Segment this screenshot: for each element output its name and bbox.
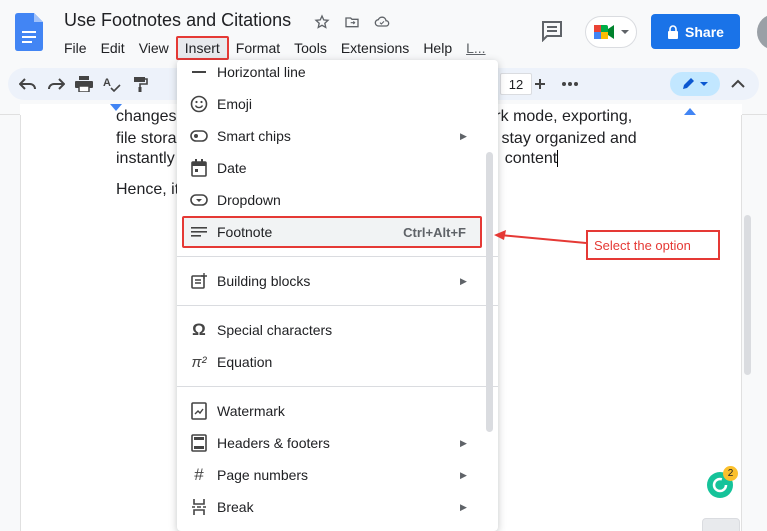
annotation-callout: Select the option — [586, 230, 720, 260]
emoji-icon — [189, 94, 209, 114]
hash-icon: # — [194, 465, 204, 484]
paint-format-icon[interactable] — [130, 74, 150, 94]
menu-item-emoji[interactable]: Emoji — [177, 88, 498, 120]
submenu-arrow-icon: ▶ — [460, 437, 467, 448]
dropdown-icon — [189, 190, 209, 210]
doc-text: Hence, it — [116, 181, 180, 198]
pencil-icon — [683, 78, 694, 89]
menu-item-page-numbers[interactable]: # Page numbers ▶ — [177, 459, 498, 491]
menu-item-building-blocks[interactable]: Building blocks ▶ — [177, 265, 498, 297]
menu-edit[interactable]: Edit — [94, 36, 132, 60]
menu-item-break[interactable]: Break ▶ — [177, 491, 498, 523]
chevron-down-icon — [700, 82, 708, 86]
star-icon[interactable] — [312, 12, 332, 32]
chevron-down-icon — [621, 30, 629, 34]
document-scrollbar[interactable] — [744, 215, 751, 375]
submenu-arrow-icon: ▶ — [460, 130, 467, 141]
app-window: Use Footnotes and Citations File Edit Vi… — [0, 0, 767, 531]
smart-chips-icon — [189, 126, 209, 146]
doc-text: instantly — [116, 150, 175, 167]
doc-text: file stora — [116, 130, 177, 147]
menu-item-date[interactable]: Date — [177, 152, 498, 184]
redo-icon[interactable] — [46, 74, 66, 94]
doc-text: stay organized and — [501, 130, 637, 147]
meet-button[interactable] — [585, 16, 637, 48]
building-blocks-icon — [189, 271, 209, 291]
menu-item-dropdown[interactable]: Dropdown — [177, 184, 498, 216]
increase-font-icon[interactable] — [530, 74, 550, 94]
title-icons — [312, 12, 392, 32]
undo-icon[interactable] — [18, 74, 38, 94]
menu-item-watermark[interactable]: Watermark — [177, 395, 498, 427]
share-label: Share — [685, 23, 724, 40]
explore-button[interactable] — [702, 518, 740, 531]
docs-logo-icon[interactable] — [15, 13, 43, 51]
footnote-shortcut: Ctrl+Alt+F — [403, 224, 466, 240]
collapse-icon[interactable] — [728, 74, 748, 94]
menu-item-headers-footers[interactable]: Headers & footers ▶ — [177, 427, 498, 459]
font-size-input[interactable]: 12 — [500, 73, 532, 95]
annotation-arrow — [494, 230, 587, 244]
submenu-arrow-icon: ▶ — [460, 275, 467, 286]
break-icon — [189, 497, 209, 517]
menu-item-horizontal-line[interactable]: Horizontal line — [177, 56, 498, 88]
menu-divider — [177, 256, 498, 257]
share-button[interactable]: Share — [651, 14, 740, 49]
meet-icon — [594, 25, 614, 39]
text-cursor — [557, 150, 559, 168]
document-title[interactable]: Use Footnotes and Citations — [64, 10, 291, 31]
menu-item-footnote[interactable]: Footnote Ctrl+Alt+F — [182, 216, 482, 248]
cloud-status-icon[interactable] — [372, 12, 392, 32]
insert-menu: Horizontal line Emoji Smart chips ▶ Date… — [177, 60, 498, 531]
menu-item-equation[interactable]: π² Equation — [177, 346, 498, 378]
more-options-icon[interactable] — [560, 74, 580, 94]
menu-divider — [177, 386, 498, 387]
svg-text:A: A — [103, 77, 111, 89]
watermark-icon — [189, 401, 209, 421]
menu-file[interactable]: File — [57, 36, 94, 60]
menu-scrollbar[interactable] — [486, 152, 493, 432]
comment-icon[interactable] — [540, 20, 564, 47]
print-icon[interactable] — [74, 74, 94, 94]
lock-icon — [668, 24, 679, 39]
editing-mode-button[interactable] — [670, 72, 720, 96]
headers-footers-icon — [189, 433, 209, 453]
submenu-arrow-icon: ▶ — [460, 501, 467, 512]
header: Use Footnotes and Citations File Edit Vi… — [0, 0, 767, 64]
menu-divider — [177, 305, 498, 306]
doc-text: content — [504, 150, 558, 167]
menu-item-special-characters[interactable]: Ω Special characters — [177, 314, 498, 346]
grammarly-badge: 2 — [723, 466, 738, 481]
omega-icon: Ω — [192, 320, 206, 339]
pi-icon: π² — [191, 353, 207, 371]
spellcheck-icon[interactable]: A — [102, 74, 122, 94]
menu-view[interactable]: View — [132, 36, 176, 60]
horizontal-line-icon — [189, 62, 209, 82]
move-folder-icon[interactable] — [342, 12, 362, 32]
menu-item-smart-chips[interactable]: Smart chips ▶ — [177, 120, 498, 152]
doc-text: changes — [116, 108, 177, 125]
submenu-arrow-icon: ▶ — [460, 469, 467, 480]
avatar[interactable] — [757, 14, 767, 50]
calendar-icon — [189, 158, 209, 178]
footnote-icon — [189, 222, 209, 242]
